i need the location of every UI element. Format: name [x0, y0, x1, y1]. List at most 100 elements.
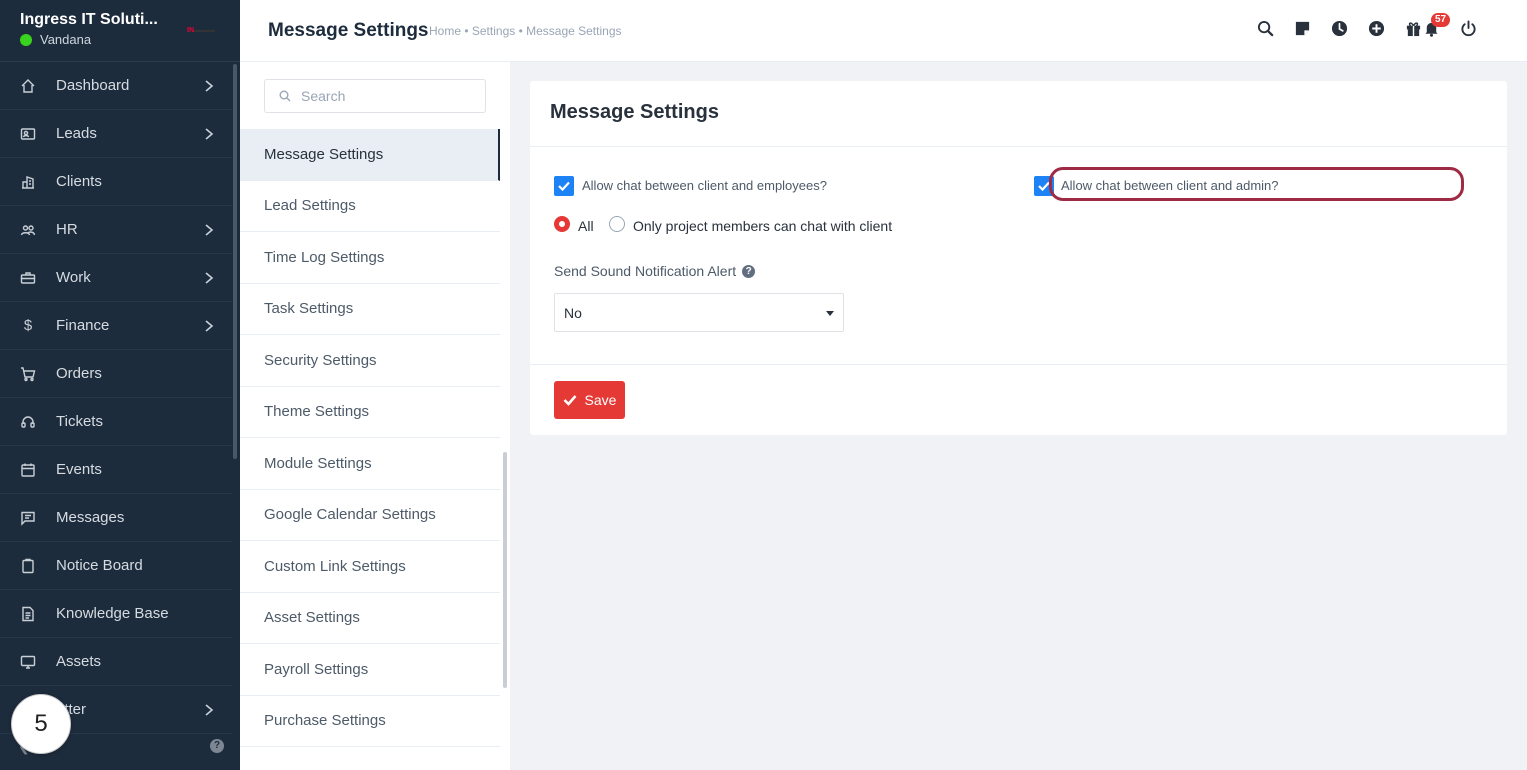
sidebar-item-knowledge-base[interactable]: Knowledge Base [0, 590, 232, 638]
document-icon [20, 606, 36, 622]
sidebar-item-label: Notice Board [56, 557, 143, 574]
add-circle-icon[interactable] [1367, 19, 1385, 37]
chevron-right-icon [204, 702, 214, 718]
sidebar-item-assets[interactable]: Assets [0, 638, 232, 686]
sidebar-item-hr[interactable]: HR [0, 206, 232, 254]
radio-project-members-label: Only project members can chat with clien… [633, 218, 893, 234]
id-card-icon [20, 126, 36, 142]
clock-icon[interactable] [1330, 19, 1348, 37]
settings-menu-scrollbar[interactable] [503, 452, 507, 688]
sidebar-item-label: Messages [56, 509, 125, 526]
settings-item-theme[interactable]: Theme Settings [240, 387, 500, 438]
chevron-right-icon [204, 222, 214, 238]
page-title: Message Settings [268, 20, 429, 41]
radio-project-members[interactable] [609, 216, 625, 232]
chevron-right-icon [204, 78, 214, 94]
chat-icon [20, 510, 36, 526]
help-icon[interactable]: ? [210, 739, 224, 753]
settings-item-asset[interactable]: Asset Settings [240, 593, 500, 644]
settings-item-time-log[interactable]: Time Log Settings [240, 232, 500, 284]
sidebar-item-messages[interactable]: Messages [0, 494, 232, 542]
caret-down-icon [826, 311, 834, 316]
power-icon[interactable] [1459, 19, 1477, 37]
sidebar-item-label: Dashboard [56, 77, 130, 94]
sidebar-item-notice-board[interactable]: Notice Board [0, 542, 232, 590]
sidebar-scrollbar[interactable] [233, 64, 237, 459]
sticky-note-icon[interactable] [1293, 19, 1311, 37]
save-button-label: Save [584, 392, 617, 408]
headset-icon [20, 414, 36, 430]
step-indicator: 5 [11, 694, 71, 754]
sidebar-item-finance[interactable]: $ Finance [0, 302, 232, 350]
top-header: Message Settings Home • Settings • Messa… [240, 0, 1527, 62]
settings-item-security[interactable]: Security Settings [240, 335, 500, 387]
search-icon [279, 90, 291, 102]
people-icon [20, 222, 36, 238]
sound-alert-select[interactable]: No [554, 293, 844, 332]
notification-count-badge: 57 [1431, 13, 1451, 27]
chevron-right-icon [204, 270, 214, 286]
sidebar: Ingress IT Soluti... Vandana IN▬▬▬ Dashb… [0, 0, 240, 770]
sidebar-item-label: HR [56, 221, 78, 238]
bell-icon[interactable]: 57 [1422, 13, 1451, 37]
sidebar-item-label: Events [56, 461, 102, 478]
sidebar-item-orders[interactable]: Orders [0, 350, 232, 398]
check-icon [563, 395, 577, 406]
sidebar-item-label: Work [56, 269, 91, 286]
message-settings-card: Message Settings Allow chat between clie… [530, 81, 1507, 435]
sidebar-item-label: Finance [56, 317, 110, 334]
settings-item-message[interactable]: Message Settings [240, 129, 500, 181]
clipboard-icon [20, 558, 36, 574]
divider [530, 364, 1507, 365]
settings-item-lead[interactable]: Lead Settings [240, 181, 500, 232]
sidebar-item-events[interactable]: Events [0, 446, 232, 494]
chat-employees-checkbox[interactable] [554, 176, 574, 196]
sidebar-item-label: Assets [56, 653, 102, 670]
sidebar-item-clients[interactable]: Clients [0, 158, 232, 206]
calendar-icon [20, 462, 36, 478]
settings-item-task[interactable]: Task Settings [240, 284, 500, 335]
sidebar-item-label: Tickets [56, 413, 103, 430]
cart-icon [20, 366, 36, 382]
radio-all[interactable] [554, 216, 570, 232]
sidebar-item-label: Knowledge Base [56, 605, 169, 622]
header-actions: 57 [1237, 13, 1477, 37]
settings-item-module[interactable]: Module Settings [240, 438, 500, 490]
sidebar-item-work[interactable]: Work [0, 254, 232, 302]
settings-item-payroll[interactable]: Payroll Settings [240, 644, 500, 696]
question-icon[interactable]: ? [742, 264, 756, 278]
settings-menu-list: Message Settings Lead Settings Time Log … [240, 129, 500, 747]
sound-alert-label: Send Sound Notification Alert ? [554, 263, 756, 279]
building-icon [20, 174, 36, 190]
search-input[interactable] [301, 88, 481, 104]
checkmark-icon [558, 181, 570, 192]
settings-search[interactable] [264, 79, 486, 113]
dollar-icon: $ [23, 317, 33, 334]
settings-menu: Message Settings Lead Settings Time Log … [240, 62, 510, 770]
breadcrumb[interactable]: Home • Settings • Message Settings [429, 24, 622, 38]
sidebar-item-label: Leads [56, 125, 97, 142]
sidebar-item-leads[interactable]: Leads [0, 110, 232, 158]
sound-alert-value: No [564, 305, 582, 321]
save-button[interactable]: Save [554, 381, 625, 419]
card-title: Message Settings [530, 81, 1507, 147]
sidebar-header[interactable]: Ingress IT Soluti... Vandana IN▬▬▬ [0, 0, 240, 62]
chat-admin-label: Allow chat between client and admin? [1061, 178, 1279, 193]
home-icon [20, 78, 36, 94]
sidebar-item-label: Clients [56, 173, 102, 190]
settings-item-custom-link[interactable]: Custom Link Settings [240, 541, 500, 593]
briefcase-icon [20, 270, 36, 286]
sidebar-item-tickets[interactable]: Tickets [0, 398, 232, 446]
radio-all-label: All [578, 218, 594, 234]
sidebar-item-dashboard[interactable]: Dashboard [0, 62, 232, 110]
sidebar-nav: Dashboard Leads Clients HR Work $ Financ… [0, 62, 240, 734]
chevron-right-icon [204, 126, 214, 142]
gift-icon[interactable] [1404, 19, 1422, 37]
settings-item-google-calendar[interactable]: Google Calendar Settings [240, 490, 500, 541]
monitor-icon [20, 654, 36, 670]
user-name: Vandana [40, 32, 92, 47]
chat-employees-label: Allow chat between client and employees? [582, 178, 827, 193]
sound-alert-label-text: Send Sound Notification Alert [554, 263, 737, 279]
settings-item-purchase[interactable]: Purchase Settings [240, 696, 500, 747]
search-icon[interactable] [1256, 19, 1274, 37]
